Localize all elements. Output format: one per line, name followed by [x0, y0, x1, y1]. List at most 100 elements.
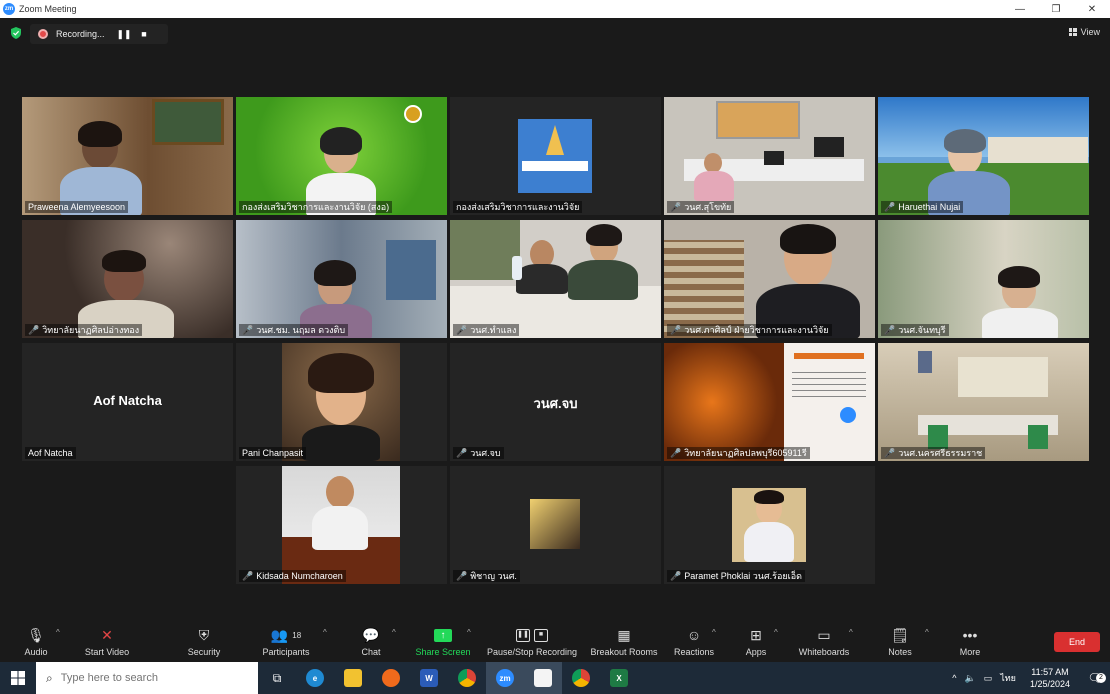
minimize-button[interactable]: — — [1002, 0, 1038, 18]
video-tile[interactable]: 🎤 วนศ.สุโขทัย — [664, 97, 875, 215]
participant-name: Praweena Alemyeesoon — [25, 201, 129, 213]
video-tile[interactable]: กองส่งเสริมวิชาการและงานวิจัย — [450, 97, 661, 215]
notes-icon: 🗒 — [891, 626, 909, 643]
firefox-icon — [382, 669, 400, 687]
security-label: Security — [187, 647, 221, 657]
notes-options-caret-icon[interactable]: ^ — [925, 628, 929, 637]
file-explorer-app[interactable] — [334, 662, 372, 694]
video-tile[interactable]: 🎤 วิทยาลัยนาฏศิลปลพบุรี605911รี — [664, 343, 875, 461]
task-view-button[interactable]: ⧉ — [258, 662, 296, 694]
video-tile[interactable]: 🎤 Kidsada Numcharoen — [236, 466, 447, 584]
apps-options-caret-icon[interactable]: ^ — [774, 628, 778, 637]
video-tile[interactable]: วนศ.จบ 🎤 วนศ.จบ — [450, 343, 661, 461]
edge-app[interactable]: e — [296, 662, 334, 694]
stop-icon: ■ — [534, 628, 548, 642]
mic-muted-icon: 🎤 — [884, 448, 896, 458]
participant-name: กองส่งเสริมวิชาการและงานวิจัย (สงอ) — [239, 201, 393, 213]
close-button[interactable]: ✕ — [1074, 0, 1110, 18]
share-options-caret-icon[interactable]: ^ — [467, 628, 471, 637]
excel-app[interactable]: X — [600, 662, 638, 694]
video-tile[interactable]: 🎤 Haruethai Nujai — [878, 97, 1089, 215]
audio-options-caret-icon[interactable]: ^ — [56, 628, 60, 637]
video-tile[interactable]: 🎤 วนศ.จันทบุรี — [878, 220, 1089, 338]
more-button[interactable]: ••• More — [934, 626, 1006, 657]
participants-options-caret-icon[interactable]: ^ — [323, 628, 327, 637]
meeting-toolbar: 🎙 Audio ^ ✕ Start Video ⛨ Security 👥 18 P… — [0, 620, 1110, 662]
video-tile[interactable]: Pani Chanpasit — [236, 343, 447, 461]
restore-button[interactable]: ❐ — [1038, 0, 1074, 18]
show-hidden-icons-chevron-icon[interactable]: ^ — [952, 673, 956, 683]
audio-label: Audio — [24, 647, 48, 657]
whiteboards-label: Whiteboards — [798, 647, 850, 657]
security-button[interactable]: ⛨ Security — [168, 626, 240, 658]
clock-date: 1/25/2024 — [1029, 679, 1070, 689]
zoom-icon: zm — [496, 669, 514, 687]
taskbar-search-input[interactable] — [60, 672, 241, 684]
word-app[interactable]: W — [410, 662, 448, 694]
video-off-icon: ✕ — [101, 626, 113, 643]
video-tile[interactable]: Aof Natcha Aof Natcha — [22, 343, 233, 461]
video-tile[interactable]: 🎤 วนศ.ทำแลง — [450, 220, 661, 338]
chrome-app[interactable] — [448, 662, 486, 694]
video-tile[interactable]: 🎤 วนศ.ชม. นฤมล ดวงติบ — [236, 220, 447, 338]
mic-muted-icon: 🎤 — [884, 325, 896, 335]
avatar — [530, 499, 580, 549]
audio-button[interactable]: 🎙 Audio — [0, 626, 72, 658]
windows-start-button[interactable] — [0, 662, 36, 694]
chat-button[interactable]: 💬 Chat — [335, 626, 407, 658]
pause-recording-button[interactable]: ❚❚ — [114, 29, 134, 40]
participant-name: 🎤 Kidsada Numcharoen — [239, 570, 346, 582]
stop-recording-button[interactable]: ■ — [134, 29, 154, 39]
mic-muted-icon: 🎤 — [242, 571, 254, 581]
volume-icon[interactable]: 🔈 — [964, 673, 975, 684]
document-app[interactable] — [524, 662, 562, 694]
notifications-button[interactable]: 🗨 2 — [1080, 671, 1110, 685]
apps-icon: ⊞ — [750, 626, 762, 643]
reactions-options-caret-icon[interactable]: ^ — [712, 628, 716, 637]
chat-options-caret-icon[interactable]: ^ — [392, 628, 396, 637]
reaction-smiley-icon: ☺ — [686, 627, 702, 643]
mic-muted-icon: 🎤 — [670, 325, 682, 335]
mic-muted-icon: 🎤 — [242, 325, 254, 335]
apps-label: Apps — [745, 647, 767, 657]
participants-count: 18 — [292, 630, 302, 640]
apps-button[interactable]: ⊞ Apps — [720, 626, 792, 658]
share-label: Share Screen — [415, 647, 471, 657]
whiteboards-options-caret-icon[interactable]: ^ — [849, 628, 853, 637]
recording-label: Recording... — [56, 29, 105, 39]
video-tile[interactable]: Praweena Alemyeesoon — [22, 97, 233, 215]
start-video-button[interactable]: ✕ Start Video — [71, 626, 143, 658]
taskbar-search[interactable]: ⌕ — [36, 662, 258, 694]
participant-name: Aof Natcha — [25, 447, 76, 459]
video-tile[interactable]: 🎤 วิทยาลัยนาฏศิลปอ่างทอง — [22, 220, 233, 338]
zoom-app[interactable]: zm — [486, 662, 524, 694]
clock-time: 11:57 AM — [1031, 667, 1069, 677]
video-tile[interactable]: 🎤 พิชาญ วนศ. — [450, 466, 661, 584]
record-icon — [38, 29, 48, 39]
share-screen-icon: ↑ — [434, 628, 452, 642]
input-language[interactable]: ไทย — [1000, 671, 1016, 685]
view-label: View — [1080, 27, 1100, 37]
video-tile[interactable]: 🎤 Paramet Phoklai วนศ.ร้อยเอ็ด — [664, 466, 875, 584]
participant-name: 🎤 วนศ.ภาศิลป์ ฝ่ายวิชาการและงานวิจัย — [667, 324, 832, 336]
view-button[interactable]: View — [1068, 27, 1100, 37]
video-tile[interactable]: 🎤 วนศ.ภาศิลป์ ฝ่ายวิชาการและงานวิจัย — [664, 220, 875, 338]
network-icon[interactable]: ▭ — [984, 673, 993, 684]
video-tile-active-speaker[interactable]: กองส่งเสริมวิชาการและงานวิจัย (สงอ) — [236, 97, 447, 215]
shield-icon[interactable] — [10, 27, 22, 39]
task-view-icon: ⧉ — [272, 670, 282, 685]
shield-icon: ⛨ — [198, 626, 210, 643]
video-tile[interactable]: 🎤 วนศ.นครศรีธรรมราช — [878, 343, 1089, 461]
pause-stop-recording-button[interactable]: ❚❚ ■ Pause/Stop Recording — [484, 626, 580, 657]
participant-name: 🎤 วนศ.สุโขทัย — [667, 201, 735, 213]
taskbar-clock[interactable]: 11:57 AM 1/25/2024 — [1030, 666, 1070, 690]
firefox-app[interactable] — [372, 662, 410, 694]
microphone-icon: 🎙 — [27, 626, 45, 643]
breakout-rooms-button[interactable]: ▦ Breakout Rooms — [588, 626, 660, 658]
participants-button[interactable]: 👥 18 Participants — [250, 626, 322, 658]
participant-name: 🎤 วิทยาลัยนาฏศิลปลพบุรี605911รี — [667, 447, 810, 459]
participant-name: 🎤 พิชาญ วนศ. — [453, 570, 520, 582]
participants-label: Participants — [262, 647, 310, 657]
chrome-profile-app[interactable] — [562, 662, 600, 694]
end-meeting-button[interactable]: End — [1054, 632, 1100, 652]
